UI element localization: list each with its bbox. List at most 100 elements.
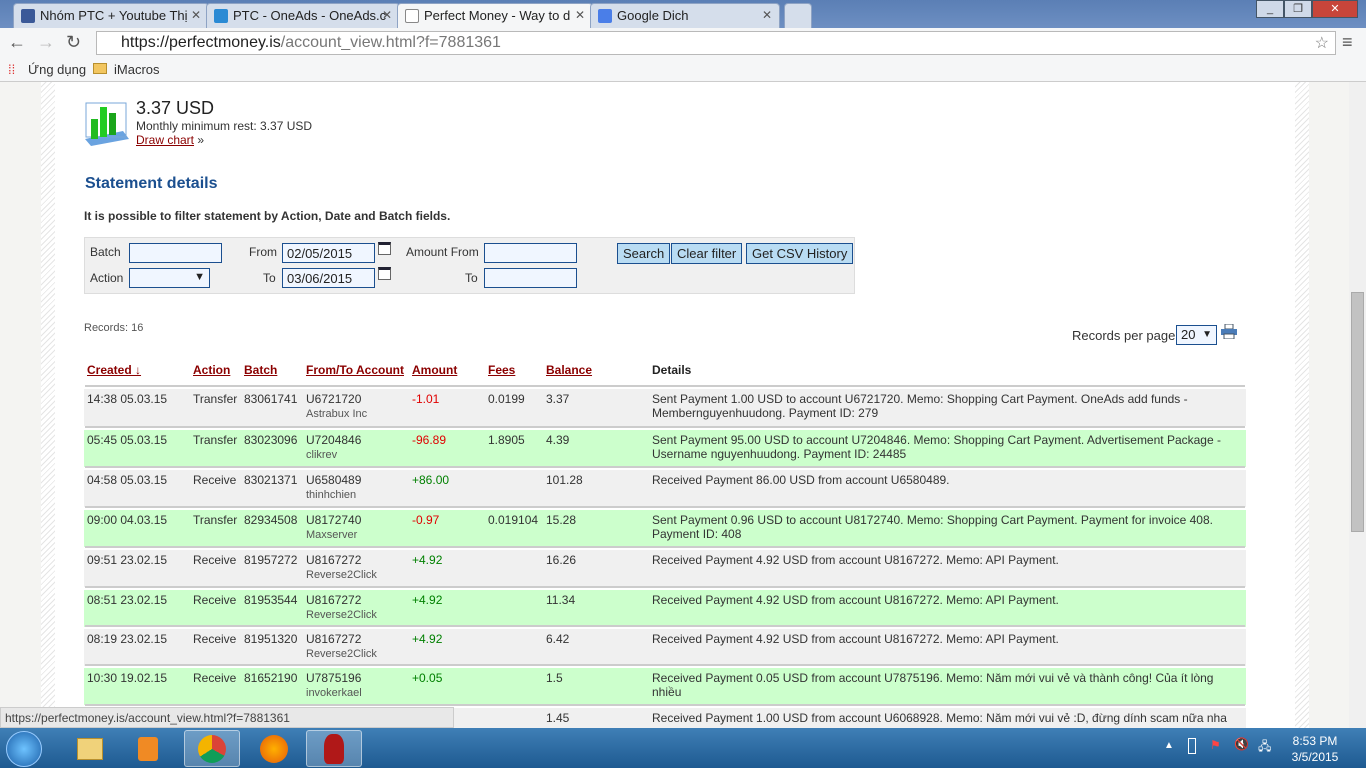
column-header[interactable]: Batch [244, 363, 277, 377]
clear-filter-button[interactable]: Clear filter [671, 243, 743, 264]
reload-icon[interactable]: ↻ [66, 32, 81, 53]
csv-history-button[interactable]: Get CSV History [746, 243, 854, 264]
clock-time[interactable]: 8:53 PM [1280, 733, 1350, 749]
table-row: 09:51 23.02.15 Receive 81957272 U8167272… [84, 548, 1246, 587]
forward-icon[interactable]: → [37, 32, 55, 53]
amount-cell: +86.00 [412, 473, 450, 487]
star-icon[interactable]: ☆ [1315, 33, 1329, 53]
filter-hint: It is possible to filter statement by Ac… [84, 209, 451, 223]
column-header[interactable]: Balance [546, 363, 592, 377]
amount-cell: +4.92 [412, 553, 443, 567]
scrollbar-thumb[interactable] [1351, 292, 1364, 532]
amount-from-input[interactable] [484, 243, 577, 263]
amount-to-input[interactable] [484, 268, 577, 288]
address-bar[interactable]: https://perfectmoney.is/account_view.htm… [96, 31, 1336, 55]
network-icon[interactable]: 🖧 [1258, 737, 1271, 758]
volume-icon[interactable]: 🔇 [1234, 737, 1249, 751]
fees-cell: 0.019104 [488, 513, 539, 527]
browser-tab[interactable]: PTC - OneAds - OneAds.c ✕ [206, 3, 400, 28]
account-name: clikrev [306, 449, 338, 461]
close-tab-icon[interactable]: ✕ [762, 8, 772, 22]
column-header[interactable]: Action [193, 363, 230, 377]
date-from-input[interactable]: 02/05/2015 [282, 243, 375, 263]
back-icon[interactable]: ← [8, 32, 26, 53]
balance-cell: 6.42 [546, 632, 570, 646]
column-header[interactable]: From/To Account [306, 363, 404, 377]
account-cell: U7875196 invokerkael [306, 671, 362, 699]
browser-tab[interactable]: Google Dich ✕ [590, 3, 780, 28]
batch-cell: 81953544 [244, 593, 298, 607]
batch-input[interactable] [129, 243, 222, 263]
clock-date[interactable]: 3/5/2015 [1280, 749, 1350, 765]
bookmark-apps[interactable]: Ứng dụng [28, 62, 86, 77]
created-cell: 09:00 04.03.15 [87, 513, 168, 527]
close-tab-icon[interactable]: ✕ [191, 8, 201, 22]
new-tab-button[interactable] [784, 3, 812, 28]
favicon-icon [598, 9, 612, 23]
account-cell: U8172740 Maxserver [306, 513, 361, 541]
explorer-icon[interactable] [62, 730, 118, 767]
close-window-button[interactable]: ✕ [1312, 0, 1358, 18]
chrome-icon[interactable] [184, 730, 240, 767]
balance-cell: 101.28 [546, 473, 583, 487]
details-cell: Received Payment 4.92 USD from account U… [652, 593, 1059, 607]
amount-cell: +0.05 [412, 671, 443, 685]
firefox-icon[interactable] [246, 730, 302, 767]
close-tab-icon[interactable]: ✕ [382, 8, 392, 22]
account-cell: U6580489 thinhchien [306, 473, 361, 501]
balance-cell: 1.5 [546, 671, 563, 685]
created-cell: 09:51 23.02.15 [87, 553, 168, 567]
column-header[interactable]: Fees [488, 363, 515, 377]
close-tab-icon[interactable]: ✕ [575, 8, 585, 22]
bookmarks-bar: ⁞⁞ Ứng dụng iMacros [0, 58, 1366, 82]
records-count: Records: 16 [84, 322, 144, 334]
browser-tab[interactable]: Perfect Money - Way to d ✕ [397, 3, 593, 28]
account-id: U8167272 [306, 632, 362, 646]
table-row: 14:38 05.03.15 Transfer 83061741 U672172… [84, 387, 1246, 426]
details-cell: Received Payment 0.05 USD from account U… [652, 671, 1214, 699]
tab-title: Nhóm PTC + Youtube Thị [40, 8, 188, 23]
network-flag-icon[interactable]: ⚑ [1210, 738, 1221, 752]
maximize-button[interactable]: ❐ [1284, 0, 1312, 18]
batch-cell: 83021371 [244, 473, 298, 487]
media-player-icon[interactable] [120, 730, 176, 767]
action-cell: Transfer [193, 392, 238, 406]
per-page-select[interactable]: 20 ▼ [1176, 325, 1217, 345]
account-id: U6721720 [306, 392, 362, 406]
table-row: 08:19 23.02.15 Receive 81951320 U8167272… [84, 627, 1246, 666]
action-label: Action [90, 271, 124, 285]
battery-icon[interactable] [1188, 738, 1196, 754]
chart-icon [85, 102, 129, 146]
search-button[interactable]: Search [617, 243, 671, 264]
amount-cell: -96.89 [412, 433, 447, 447]
calendar-icon[interactable] [378, 267, 391, 280]
start-button[interactable] [6, 731, 42, 767]
browser-tab[interactable]: Nhóm PTC + Youtube Thị ✕ [13, 3, 209, 28]
date-to-input[interactable]: 03/06/2015 [282, 268, 375, 288]
show-hidden-icons[interactable]: ▲ [1164, 740, 1174, 751]
draw-chart-link[interactable]: Draw chart [136, 133, 194, 147]
menu-icon[interactable]: ≡ [1342, 32, 1353, 53]
action-select[interactable]: ▼ [129, 268, 210, 288]
status-bar-url: https://perfectmoney.is/account_view.htm… [0, 707, 454, 728]
account-cell: U7204846 clikrev [306, 433, 361, 461]
monthly-min-rest: Monthly minimum rest: 3.37 USD [136, 119, 313, 133]
table-row: 10:30 19.02.15 Receive 81652190 U7875196… [84, 666, 1246, 705]
scrollbar[interactable] [1349, 82, 1366, 728]
favicon-icon [405, 9, 419, 23]
calendar-icon[interactable] [378, 242, 391, 255]
bookmark-imacros[interactable]: iMacros [114, 62, 160, 77]
minimize-button[interactable]: _ [1256, 0, 1284, 18]
action-cell: Receive [193, 632, 237, 646]
action-cell: Transfer [193, 433, 238, 447]
column-header[interactable]: Created ↓ [87, 363, 141, 377]
column-header[interactable]: Amount [412, 363, 457, 377]
balance-cell: 11.34 [546, 593, 576, 607]
action-cell: Receive [193, 593, 237, 607]
per-page-label: Records per page: [1072, 328, 1179, 343]
app-icon[interactable] [306, 730, 362, 767]
created-cell: 04:58 05.03.15 [87, 473, 168, 487]
print-icon[interactable] [1221, 324, 1237, 339]
batch-cell: 81957272 [244, 553, 298, 567]
amount-cell: +4.92 [412, 632, 443, 646]
